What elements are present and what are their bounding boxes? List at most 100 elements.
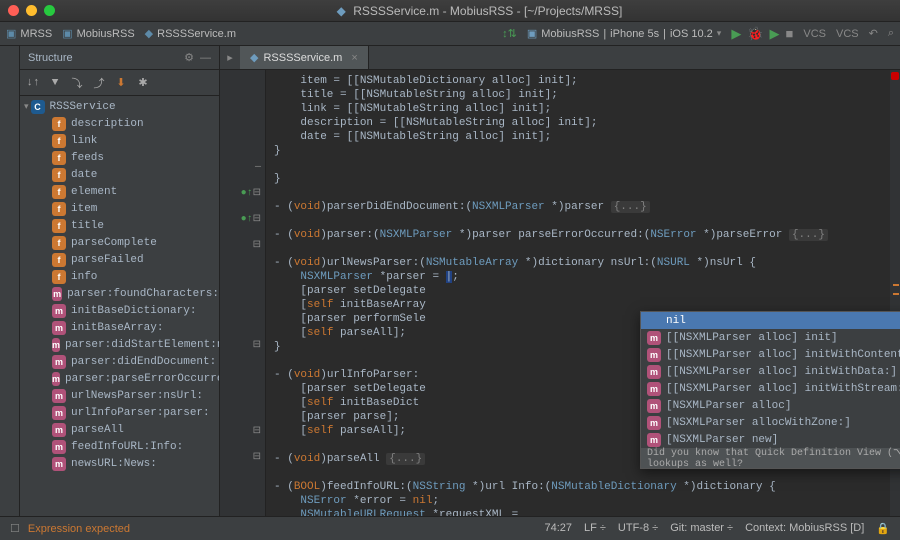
undo-icon[interactable]: ↶ xyxy=(869,27,878,40)
breadcrumb[interactable]: ▣MRSS xyxy=(6,27,52,40)
breadcrumb[interactable]: ◆RSSSService.m xyxy=(145,27,236,40)
error-indicator[interactable] xyxy=(891,72,899,80)
status-icon[interactable]: ☐ xyxy=(10,522,20,535)
search-icon[interactable]: ⌕ xyxy=(888,27,894,40)
method-icon: m xyxy=(52,440,66,454)
tree-node[interactable]: murlNewsParser:nsUrl: xyxy=(20,387,219,404)
tree-node[interactable]: flink xyxy=(20,132,219,149)
collapse-icon[interactable]: ⤴ xyxy=(90,74,108,92)
breadcrumb[interactable]: ▣MobiusRSS xyxy=(62,27,134,40)
run-with-coverage-button[interactable]: ▶ xyxy=(770,26,780,42)
structure-tree[interactable]: ▾ C RSSService fdescriptionflinkffeedsfd… xyxy=(20,96,219,516)
tree-node-label: urlNewsParser:nsUrl: xyxy=(71,390,203,402)
show-icon[interactable]: ✱ xyxy=(134,74,152,92)
completion-item[interactable]: m[NSXMLParser alloc]NSXMLParser * xyxy=(641,397,900,414)
tree-node[interactable]: fdescription xyxy=(20,115,219,132)
context-selector[interactable]: Context: MobiusRSS [D] xyxy=(745,522,864,535)
gutter-fold-icon[interactable]: ⊟ xyxy=(220,424,265,438)
hide-icon[interactable]: — xyxy=(200,52,211,64)
gutter-fold-icon[interactable]: ⊟ xyxy=(220,238,265,252)
editor-tab-bar: ▸ ◆ RSSSService.m × xyxy=(220,46,900,70)
cursor-position[interactable]: 74:27 xyxy=(544,522,572,535)
completion-item[interactable]: nil xyxy=(641,312,900,329)
editor-gutter[interactable]: — ●↑ ⊟ ●↑ ⊟ ⊟ ⊟ ⊟ ⊟ xyxy=(220,70,266,516)
tree-node[interactable]: ftitle xyxy=(20,217,219,234)
gutter-marker[interactable]: ●↑ ⊟ xyxy=(220,212,265,226)
tab-prev-icon[interactable]: ▸ xyxy=(220,46,240,69)
method-icon: m xyxy=(647,348,661,362)
completion-item[interactable]: m[[NSXMLParser alloc] initWithStream:]NS… xyxy=(641,380,900,397)
tree-node[interactable]: fparseFailed xyxy=(20,251,219,268)
tree-node[interactable]: finfo xyxy=(20,268,219,285)
expand-icon[interactable]: ⤵ xyxy=(68,74,86,92)
tree-node[interactable]: minitBaseArray: xyxy=(20,319,219,336)
close-window-button[interactable] xyxy=(8,5,19,16)
minimize-window-button[interactable] xyxy=(26,5,37,16)
tree-node[interactable]: mparser:didEndDocument: xyxy=(20,353,219,370)
vcs-label[interactable]: VCS xyxy=(803,28,826,40)
method-icon: m xyxy=(647,416,661,430)
autoscroll-icon[interactable]: ⬇ xyxy=(112,74,130,92)
tree-node[interactable]: mparser:didStartElement:namesp xyxy=(20,336,219,353)
method-icon: m xyxy=(647,433,661,447)
tool-window-stripe[interactable] xyxy=(0,46,20,516)
maximize-window-button[interactable] xyxy=(44,5,55,16)
git-branch[interactable]: Git: master ÷ xyxy=(670,522,733,535)
stop-button[interactable]: ■ xyxy=(786,26,794,42)
gutter-fold-icon[interactable]: — xyxy=(220,160,265,174)
method-icon: m xyxy=(52,457,66,471)
tree-node-label: parseAll xyxy=(71,424,124,436)
method-icon: m xyxy=(52,372,60,386)
completion-item[interactable]: m[NSXMLParser allocWithZone:]NSXMLParser… xyxy=(641,414,900,431)
tree-node[interactable]: felement xyxy=(20,183,219,200)
file-encoding[interactable]: UTF-8 ÷ xyxy=(618,522,658,535)
gutter-fold-icon[interactable]: ⊟ xyxy=(220,450,265,464)
filter-icon[interactable]: ▼ xyxy=(46,74,64,92)
tree-node[interactable]: mparseAll xyxy=(20,421,219,438)
tree-node[interactable]: fdate xyxy=(20,166,219,183)
method-icon: m xyxy=(52,406,66,420)
tree-node[interactable]: m urlInfoParser:parser: xyxy=(20,404,219,421)
editor-tab[interactable]: ◆ RSSSService.m × xyxy=(240,46,369,69)
gutter-fold-icon[interactable]: ⊟ xyxy=(220,338,265,352)
run-button[interactable]: ▶ xyxy=(731,26,741,42)
completion-item[interactable]: m[[NSXMLParser alloc] initWithData:]NSXM… xyxy=(641,363,900,380)
tree-caret-icon[interactable]: ▾ xyxy=(24,102,29,112)
warning-stripe[interactable] xyxy=(893,284,899,286)
tree-node[interactable]: m newsURL:News: xyxy=(20,455,219,472)
tree-node-label: newsURL:News: xyxy=(71,458,157,470)
file-icon: ◆ xyxy=(337,4,346,18)
close-tab-icon[interactable]: × xyxy=(351,52,357,64)
tree-node[interactable]: ffeeds xyxy=(20,149,219,166)
gutter-marker[interactable]: ●↑ ⊟ xyxy=(220,186,265,200)
tree-node[interactable]: mparser:parseErrorOccurred: xyxy=(20,370,219,387)
run-configuration-selector[interactable]: ▣ MobiusRSS | iPhone 5s | iOS 10.2 ▾ xyxy=(527,27,721,40)
tree-node[interactable]: fitem xyxy=(20,200,219,217)
tree-node-label: urlInfoParser:parser: xyxy=(71,407,210,419)
tree-root-node[interactable]: ▾ C RSSService xyxy=(20,98,219,115)
debug-button[interactable]: 🐞 xyxy=(747,26,763,42)
lock-icon[interactable]: 🔒 xyxy=(876,522,890,535)
vcs-label[interactable]: VCS xyxy=(836,28,859,40)
tree-node[interactable]: fparseComplete xyxy=(20,234,219,251)
field-icon: f xyxy=(52,117,66,131)
code-completion-popup[interactable]: nil m[[NSXMLParser alloc] init]NSXMLPars… xyxy=(640,311,900,469)
line-separator[interactable]: LF ÷ xyxy=(584,522,606,535)
method-icon: m xyxy=(647,399,661,413)
sync-icon[interactable]: ↕⇅ xyxy=(502,27,517,40)
panel-title: Structure ⚙ — xyxy=(20,46,219,70)
gear-icon[interactable]: ⚙ xyxy=(184,51,194,64)
tree-node-label: feeds xyxy=(71,152,104,164)
completion-item[interactable]: m[NSXMLParser new]NSXMLParser * xyxy=(641,431,900,448)
sort-icon[interactable]: ↓↑ xyxy=(24,74,42,92)
tree-node-label: parser:didStartElement:namesp xyxy=(65,339,219,351)
method-icon: m xyxy=(52,304,66,318)
completion-item[interactable]: m[[NSXMLParser alloc] init]NSXMLParser * xyxy=(641,329,900,346)
completion-item[interactable]: m[[NSXMLParser alloc] initWithContentsOf… xyxy=(641,346,900,363)
tree-node[interactable]: mparser:foundCharacters: xyxy=(20,285,219,302)
warning-stripe[interactable] xyxy=(893,293,899,295)
tree-node[interactable]: minitBaseDictionary: xyxy=(20,302,219,319)
tree-node[interactable]: mfeedInfoURL:Info: xyxy=(20,438,219,455)
class-icon: C xyxy=(31,100,45,114)
tree-node-label: info xyxy=(71,271,97,283)
